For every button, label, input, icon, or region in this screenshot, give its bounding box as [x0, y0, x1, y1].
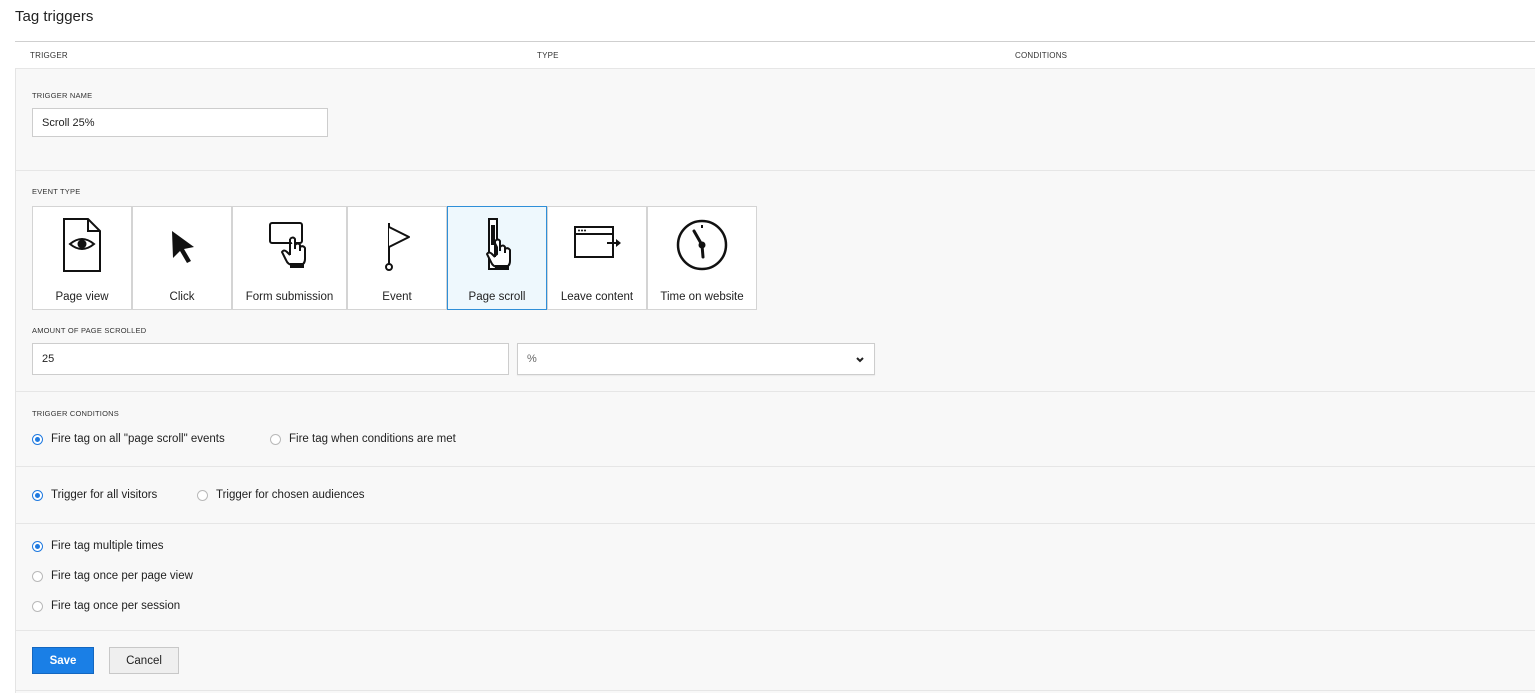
- radio-button[interactable]: [270, 433, 281, 445]
- event-tile-label: Time on website: [660, 291, 744, 303]
- column-header-conditions: CONDITIONS: [1015, 51, 1068, 60]
- cancel-button[interactable]: Cancel: [109, 647, 179, 674]
- form-submission-icon: [268, 222, 306, 268]
- scroll-amount-label: AMOUNT OF PAGE SCROLLED: [32, 326, 147, 335]
- event-type-label: EVENT TYPE: [32, 187, 81, 196]
- radio-conditions-met[interactable]: Fire tag when conditions are met: [270, 433, 456, 445]
- event-type-section: EVENT TYPE Page view Click Form submissi…: [16, 171, 1535, 392]
- event-tile-click[interactable]: Click: [132, 206, 232, 310]
- clock-icon: [676, 219, 728, 271]
- radio-button[interactable]: [197, 489, 208, 501]
- radio-label: Trigger for all visitors: [51, 489, 158, 501]
- trigger-name-input[interactable]: [32, 108, 328, 137]
- column-header-trigger: TRIGGER: [30, 51, 68, 60]
- scroll-amount-input[interactable]: [32, 343, 509, 375]
- event-tile-leave-content[interactable]: Leave content: [547, 206, 647, 310]
- event-tile-time-on-website[interactable]: Time on website: [647, 206, 757, 310]
- chevron-down-icon: [856, 357, 864, 363]
- event-tile-form-submission[interactable]: Form submission: [232, 206, 347, 310]
- trigger-conditions-section: TRIGGER CONDITIONS Fire tag on all "page…: [16, 392, 1535, 467]
- event-tile-label: Event: [382, 291, 412, 303]
- scroll-unit-value: %: [527, 353, 537, 365]
- page-view-icon: [63, 218, 101, 272]
- event-tile-page-view[interactable]: Page view: [32, 206, 132, 310]
- radio-button[interactable]: [32, 433, 43, 445]
- radio-chosen-audiences[interactable]: Trigger for chosen audiences: [197, 489, 365, 501]
- radio-button[interactable]: [32, 570, 43, 582]
- radio-label: Fire tag on all "page scroll" events: [51, 433, 225, 445]
- scroll-unit-select[interactable]: %: [517, 343, 875, 375]
- column-header-type: TYPE: [537, 51, 559, 60]
- radio-button[interactable]: [32, 540, 43, 552]
- trigger-name-label: TRIGGER NAME: [32, 91, 93, 100]
- triggers-table-header: TRIGGER TYPE CONDITIONS: [15, 41, 1535, 69]
- trigger-conditions-label: TRIGGER CONDITIONS: [32, 409, 119, 418]
- radio-button[interactable]: [32, 489, 43, 501]
- radio-fire-once-per-page-view[interactable]: Fire tag once per page view: [32, 570, 193, 582]
- page-scroll-icon: [486, 218, 511, 270]
- radio-label: Fire tag once per session: [51, 600, 181, 612]
- event-tile-label: Page view: [55, 291, 109, 303]
- radio-fire-multiple-times[interactable]: Fire tag multiple times: [32, 540, 163, 552]
- flag-icon: [385, 223, 410, 271]
- radio-label: Fire tag once per page view: [51, 570, 193, 582]
- radio-button[interactable]: [32, 600, 43, 612]
- save-button[interactable]: Save: [32, 647, 94, 674]
- event-tile-event[interactable]: Event: [347, 206, 447, 310]
- event-tile-page-scroll[interactable]: Page scroll: [447, 206, 547, 310]
- page-title: Tag triggers: [15, 8, 94, 25]
- leave-content-icon: [574, 226, 621, 258]
- frequency-section: Fire tag multiple times Fire tag once pe…: [16, 524, 1535, 631]
- radio-fire-once-per-session[interactable]: Fire tag once per session: [32, 600, 180, 612]
- cursor-icon: [172, 231, 194, 263]
- trigger-name-section: TRIGGER NAME: [16, 69, 1535, 171]
- audience-section: Trigger for all visitors Trigger for cho…: [16, 467, 1535, 524]
- radio-label: Fire tag multiple times: [51, 540, 164, 552]
- event-tile-label: Leave content: [560, 291, 634, 303]
- event-tile-label: Page scroll: [468, 291, 526, 303]
- actions-section: Save Cancel: [16, 631, 1535, 691]
- trigger-editor-panel: TRIGGER NAME EVENT TYPE Page view: [15, 69, 1535, 693]
- radio-label: Fire tag when conditions are met: [289, 433, 456, 445]
- event-tile-label: Click: [169, 291, 195, 303]
- radio-all-page-scroll-events[interactable]: Fire tag on all "page scroll" events: [32, 433, 225, 445]
- radio-all-visitors[interactable]: Trigger for all visitors: [32, 489, 157, 501]
- event-tile-label: Form submission: [245, 291, 334, 303]
- radio-label: Trigger for chosen audiences: [216, 489, 365, 501]
